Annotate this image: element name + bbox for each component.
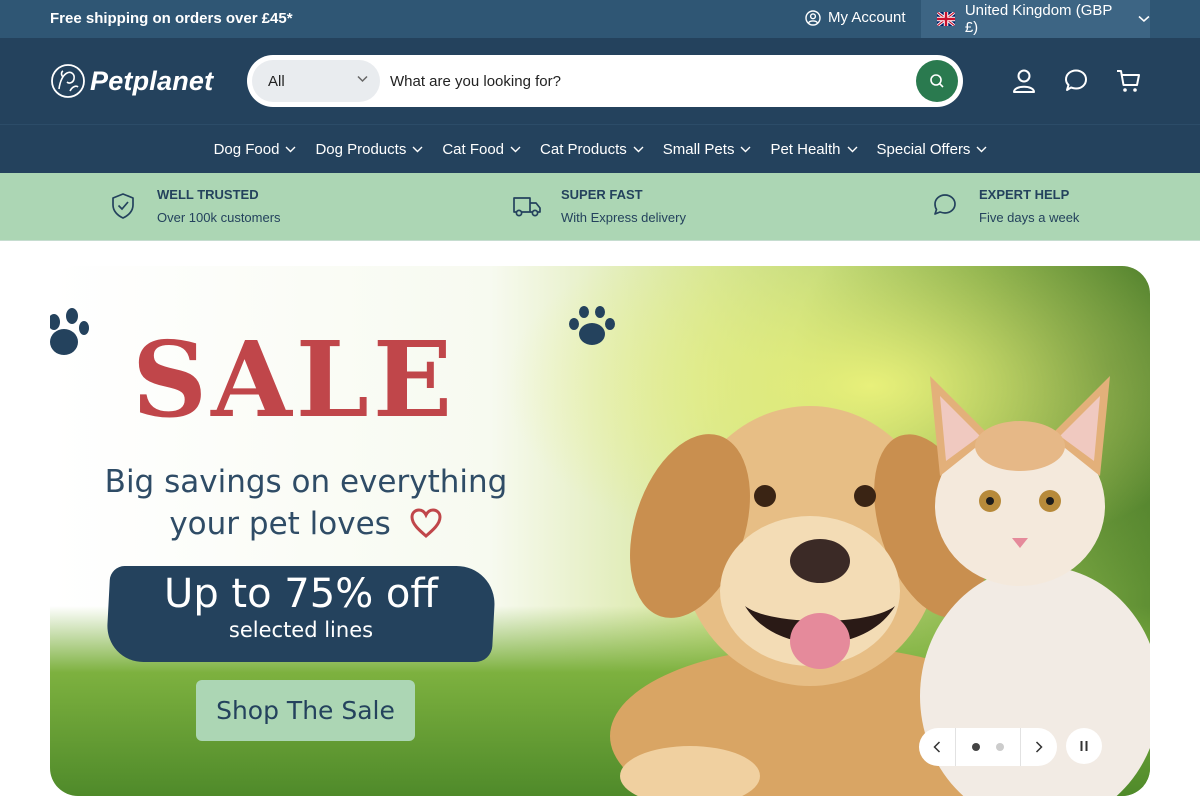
sale-headline: SALE [132, 318, 457, 441]
search-bar: All [247, 55, 963, 107]
top-bar: Free shipping on orders over £45* My Acc… [0, 0, 1200, 38]
carousel-dot[interactable] [996, 743, 1004, 751]
carousel-controls [919, 728, 1057, 766]
trust-subtitle: Five days a week [979, 210, 1080, 225]
chevron-down-icon [285, 146, 296, 152]
chevron-down-icon [847, 146, 857, 152]
nav-item-label: Cat Food [442, 140, 505, 158]
nav-item-label: Dog Products [315, 140, 407, 158]
trust-title: WELL TRUSTED [157, 187, 259, 202]
pause-icon [1080, 741, 1088, 751]
chevron-down-icon [976, 146, 987, 152]
heart-icon [410, 508, 442, 538]
shop-the-sale-button[interactable]: Shop The Sale [196, 680, 415, 741]
trust-subtitle: Over 100k customers [157, 210, 281, 225]
account-icon[interactable] [1010, 67, 1038, 95]
carousel-pause-button[interactable] [1066, 728, 1102, 764]
hero-tagline-line2-text: your pet loves [169, 506, 391, 542]
chat-icon[interactable] [1062, 67, 1090, 95]
carousel-prev-button[interactable] [919, 728, 955, 766]
chevron-down-icon [510, 146, 521, 152]
nav-item-label: Dog Food [213, 140, 280, 158]
nav-item-label: Small Pets [662, 140, 735, 158]
site-logo[interactable]: Petplanet [50, 63, 213, 99]
search-category-value: All [268, 72, 285, 90]
chevron-down-icon [412, 146, 423, 152]
truck-icon [513, 197, 541, 217]
nav-item-label: Cat Products [540, 140, 627, 158]
search-icon [930, 74, 944, 88]
free-shipping-text: Free shipping on orders over £45* [50, 10, 293, 27]
site-header: Petplanet All [0, 38, 1200, 124]
nav-item-cat-food[interactable]: Cat Food [432, 125, 530, 173]
carousel-dots [955, 728, 1021, 766]
nav-item-small-pets[interactable]: Small Pets [653, 125, 761, 173]
trust-band: WELL TRUSTED Over 100k customers SUPER F… [0, 173, 1200, 241]
chevron-down-icon [357, 75, 368, 83]
nav-item-label: Pet Health [770, 140, 841, 158]
main-nav: Dog Food Dog Products Cat Food Cat Produ… [0, 124, 1200, 173]
nav-item-cat-products[interactable]: Cat Products [530, 125, 653, 173]
hero-tagline-line1: Big savings on everything [104, 464, 508, 500]
paw-print-icon [50, 308, 89, 355]
petplanet-logo-icon [51, 64, 85, 98]
search-category-select[interactable]: All [252, 60, 380, 102]
chevron-down-icon [1138, 15, 1150, 23]
hero-tagline-line2: your pet loves [50, 506, 562, 542]
search-input[interactable] [390, 65, 910, 97]
nav-item-label: Special Offers [876, 140, 971, 158]
trust-title: SUPER FAST [561, 187, 643, 202]
trust-title: EXPERT HELP [979, 187, 1070, 202]
chevron-down-icon [633, 146, 644, 152]
nav-item-dog-products[interactable]: Dog Products [305, 125, 432, 173]
country-label: United Kingdom (GBP £) [964, 2, 1113, 36]
search-button[interactable] [916, 60, 958, 102]
chat-icon [934, 194, 956, 215]
logo-text: Petplanet [90, 65, 214, 96]
chevron-left-icon [933, 741, 941, 753]
chevron-right-icon [1035, 741, 1043, 753]
hero-banner[interactable]: SALE Big savings on everything your pet … [50, 266, 1150, 796]
country-selector[interactable]: United Kingdom (GBP £) [921, 0, 1150, 38]
hero-offer: Up to 75% off [164, 571, 438, 617]
nav-item-special-offers[interactable]: Special Offers [867, 125, 997, 173]
my-account-link[interactable]: My Account [805, 9, 906, 26]
carousel-dot-active[interactable] [972, 743, 980, 751]
hero-offer-sub: selected lines [228, 618, 374, 642]
cart-icon[interactable] [1114, 67, 1142, 95]
my-account-label: My Account [828, 9, 906, 26]
nav-item-pet-health[interactable]: Pet Health [760, 125, 866, 173]
carousel-next-button[interactable] [1021, 728, 1057, 766]
chevron-down-icon [740, 146, 751, 152]
user-circle-icon [805, 9, 821, 26]
nav-item-dog-food[interactable]: Dog Food [204, 125, 306, 173]
trust-subtitle: With Express delivery [561, 210, 686, 225]
uk-flag-icon [937, 12, 955, 26]
shield-check-icon [112, 193, 134, 219]
